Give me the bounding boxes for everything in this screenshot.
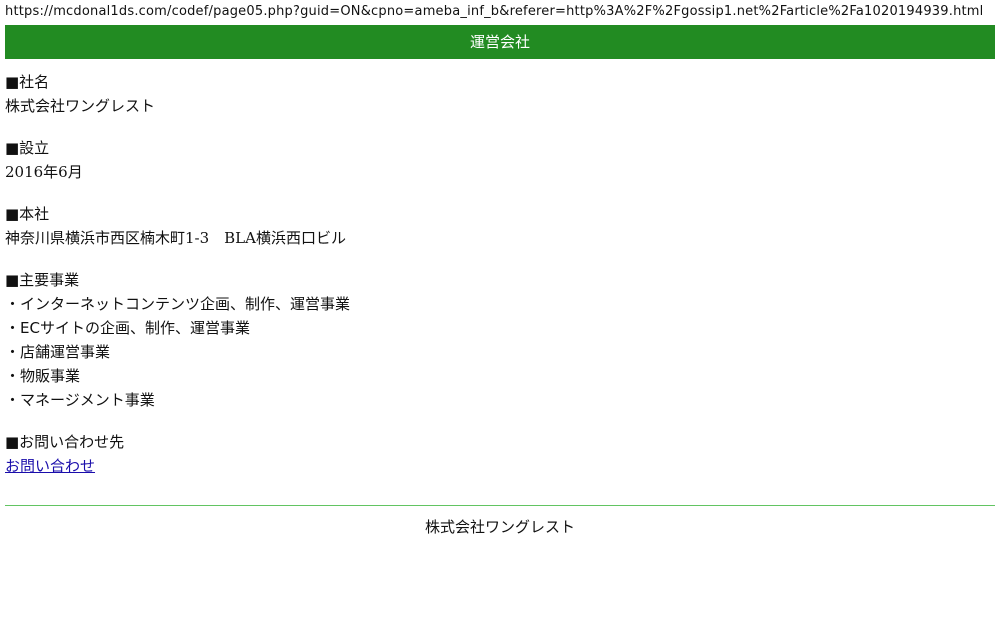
contact-link[interactable]: お問い合わせ <box>5 457 95 475</box>
business-item: ・ECサイトの企画、制作、運営事業 <box>5 319 250 337</box>
footer-divider <box>5 505 995 506</box>
company-name-value: 株式会社ワングレスト <box>5 97 156 115</box>
company-name-heading: ■社名 <box>5 73 50 91</box>
established-heading: ■設立 <box>5 139 50 157</box>
established-value: 2016年6月 <box>5 163 83 181</box>
business-section: ■主要事業 ・インターネットコンテンツ企画、制作、運営事業 ・ECサイトの企画、… <box>5 268 995 412</box>
page-header: 運営会社 <box>5 25 995 59</box>
contact-section: ■お問い合わせ先 お問い合わせ <box>5 430 995 478</box>
business-heading: ■主要事業 <box>5 271 80 289</box>
business-item: ・マネージメント事業 <box>5 391 155 409</box>
url-text: https://mcdonal1ds.com/codef/page05.php?… <box>5 4 984 19</box>
page-title: 運営会社 <box>469 33 530 51</box>
footer-company-name: 株式会社ワングレスト <box>424 518 575 536</box>
contact-heading: ■お問い合わせ先 <box>5 433 125 451</box>
headquarters-heading: ■本社 <box>5 205 50 223</box>
company-name-section: ■社名 株式会社ワングレスト <box>5 70 995 118</box>
established-section: ■設立 2016年6月 <box>5 136 995 184</box>
business-item: ・インターネットコンテンツ企画、制作、運営事業 <box>5 295 351 313</box>
company-info: ■社名 株式会社ワングレスト ■設立 2016年6月 ■本社 神奈川県横浜市西区… <box>5 70 995 496</box>
business-item: ・物販事業 <box>5 367 81 385</box>
headquarters-value: 神奈川県横浜市西区楠木町1-3 BLA横浜西口ビル <box>5 229 346 247</box>
business-item: ・店舗運営事業 <box>5 343 111 361</box>
headquarters-section: ■本社 神奈川県横浜市西区楠木町1-3 BLA横浜西口ビル <box>5 202 995 250</box>
